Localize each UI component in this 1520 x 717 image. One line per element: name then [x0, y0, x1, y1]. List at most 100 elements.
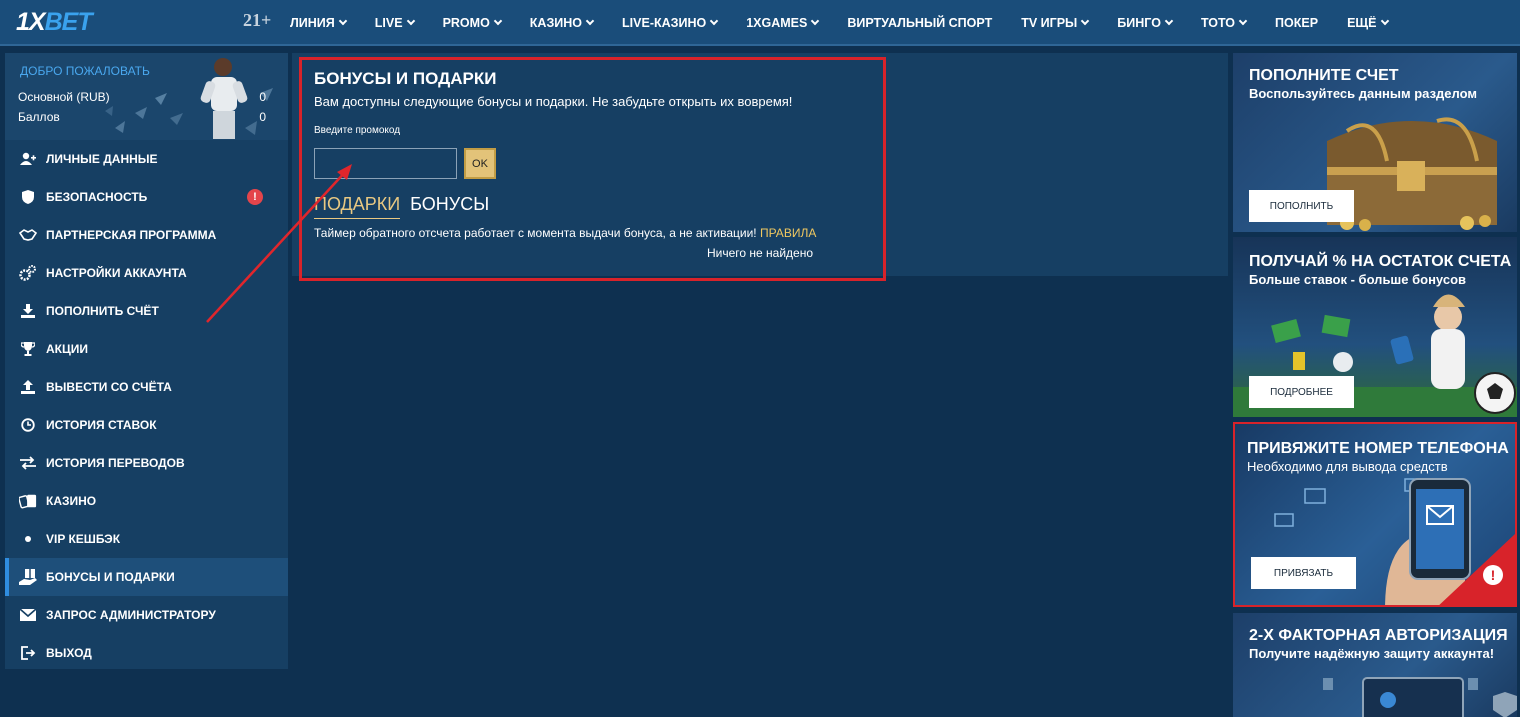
nav-item-11[interactable]: ЕЩЁ — [1347, 16, 1389, 30]
account-balance-label: Основной (RUB) — [18, 90, 110, 104]
sidebar-item-1[interactable]: БЕЗОПАСНОСТЬ! — [5, 178, 288, 216]
sidebar-item-13[interactable]: ВЫХОД — [5, 634, 288, 672]
age-restriction-badge: 21+ — [243, 10, 272, 30]
welcome-decor-triangles — [105, 88, 273, 135]
nav-item-7[interactable]: TV ИГРЫ — [1021, 16, 1090, 30]
sidebar-item-6[interactable]: ВЫВЕСТИ СО СЧЁТА — [5, 368, 288, 406]
security-warning-icon: ! — [247, 189, 263, 205]
sidebar-item-label: ИСТОРИЯ СТАВОК — [46, 418, 157, 432]
promo-interest-subtitle: Больше ставок - больше бонусов — [1249, 272, 1467, 287]
timer-text: Таймер обратного отсчета работает с моме… — [314, 226, 757, 240]
sidebar-item-4[interactable]: ПОПОЛНИТЬ СЧЁТ — [5, 292, 288, 330]
promo-phone: ! ПРИВЯЖИТЕ НОМЕР ТЕЛЕФОНА Необходимо дл… — [1233, 422, 1517, 607]
player-image — [200, 58, 248, 139]
alert-icon: ! — [1483, 565, 1503, 585]
nav-item-label: PROMO — [442, 16, 490, 30]
promo-interest: ПОЛУЧАЙ % НА ОСТАТОК СЧЕТА Больше ставок… — [1233, 237, 1517, 417]
tab-bonuses[interactable]: БОНУСЫ — [410, 194, 489, 219]
sidebar-item-label: ЗАПРОС АДМИНИСТРАТОРУ — [46, 608, 216, 622]
top-navigation-bar: 1XBET 21+ ЛИНИЯ LIVE PROMO КАЗИНО LIVE-КАЗИН… — [0, 0, 1520, 46]
empty-state-text: Ничего не найдено — [707, 246, 814, 260]
sidebar-item-label: БЕЗОПАСНОСТЬ — [46, 190, 148, 204]
transfer-arrows-icon — [19, 454, 37, 472]
logo-x: 1X — [16, 8, 46, 36]
rules-link[interactable]: ПРАВИЛА — [760, 226, 816, 240]
trophy-icon — [19, 340, 37, 358]
nav-item-6[interactable]: ВИРТУАЛЬНЫЙ СПОРТ — [847, 16, 992, 30]
sidebar-item-7[interactable]: ИСТОРИЯ СТАВОК — [5, 406, 288, 444]
chevron-down-icon — [1380, 16, 1389, 26]
sidebar-item-label: БОНУСЫ И ПОДАРКИ — [46, 570, 175, 584]
points-value: 0 — [259, 110, 266, 124]
promo-deposit-subtitle: Воспользуйтесь данным разделом — [1249, 86, 1477, 101]
chevron-down-icon — [338, 16, 348, 26]
sidebar-item-label: НАСТРОЙКИ АККАУНТА — [46, 266, 187, 280]
deposit-button[interactable]: ПОПОЛНИТЬ — [1249, 190, 1354, 222]
download-icon — [19, 302, 37, 320]
nav-item-label: БИНГО — [1117, 16, 1161, 30]
points-label: Баллов — [18, 110, 60, 124]
nav-item-10[interactable]: ПОКЕР — [1275, 16, 1318, 30]
sidebar-item-5[interactable]: АКЦИИ — [5, 330, 288, 368]
welcome-title: ДОБРО ПОЖАЛОВАТЬ — [20, 64, 150, 78]
sidebar-item-label: ПАРТНЕРСКАЯ ПРОГРАММА — [46, 228, 217, 242]
page-subtitle: Вам доступны следующие бонусы и подарки.… — [314, 94, 793, 109]
sidebar-item-0[interactable]: ЛИЧНЫЕ ДАННЫЕ — [5, 140, 288, 178]
tab-gifts[interactable]: ПОДАРКИ — [314, 194, 401, 219]
nav-item-label: ЛИНИЯ — [290, 16, 335, 30]
sidebar-item-10[interactable]: VIP КЕШБЭК — [5, 520, 288, 558]
nav-item-0[interactable]: ЛИНИЯ — [290, 16, 348, 30]
sidebar-item-label: ВЫВЕСТИ СО СЧЁТА — [46, 380, 172, 394]
nav-item-8[interactable]: БИНГО — [1117, 16, 1174, 30]
site-logo[interactable]: 1XBET — [16, 8, 93, 37]
sidebar-item-11[interactable]: БОНУСЫ И ПОДАРКИ — [5, 558, 288, 596]
sidebar-item-label: ЛИЧНЫЕ ДАННЫЕ — [46, 152, 158, 166]
promo-2fa-subtitle: Получите надёжную защиту аккаунта! — [1249, 646, 1495, 661]
nav-item-3[interactable]: КАЗИНО — [529, 16, 595, 30]
gift-hand-icon — [19, 568, 37, 586]
sidebar-item-label: АКЦИИ — [46, 342, 89, 356]
chevron-down-icon — [493, 16, 503, 26]
nav-item-4[interactable]: LIVE-КАЗИНО — [622, 16, 719, 30]
gears-icon — [19, 264, 37, 282]
chevron-down-icon — [811, 16, 820, 26]
promo-deposit-title: ПОПОЛНИТЕ СЧЕТ — [1249, 67, 1399, 84]
envelope-icon — [19, 606, 37, 624]
account-sidebar: ДОБРО ПОЖАЛОВАТЬ Основной (RUB) 0 Баллов… — [5, 53, 288, 669]
nav-item-label: 1XGAMES — [746, 16, 808, 30]
chevron-down-icon — [1081, 16, 1090, 26]
nav-item-label: КАЗИНО — [529, 16, 583, 30]
nav-item-label: ВИРТУАЛЬНЫЙ СПОРТ — [847, 16, 993, 30]
sidebar-item-8[interactable]: ИСТОРИЯ ПЕРЕВОДОВ — [5, 444, 288, 482]
chevron-down-icon — [1164, 16, 1174, 26]
sidebar-item-3[interactable]: НАСТРОЙКИ АККАУНТА — [5, 254, 288, 292]
timer-notice: Таймер обратного отсчета работает с моме… — [314, 226, 816, 240]
nav-item-9[interactable]: ТОТО — [1200, 16, 1248, 30]
bonuses-section: БОНУСЫ И ПОДАРКИ Вам доступны следующие … — [299, 57, 886, 281]
more-details-button[interactable]: ПОДРОБНЕЕ — [1249, 376, 1354, 408]
sidebar-item-2[interactable]: ПАРТНЕРСКАЯ ПРОГРАММА — [5, 216, 288, 254]
main-menu: ЛИНИЯ LIVE PROMO КАЗИНО LIVE-КАЗИНО 1XGAMES ВИ… — [290, 0, 1417, 46]
sidebar-item-9[interactable]: КАЗИНО — [5, 482, 288, 520]
nav-item-label: ПОКЕР — [1275, 16, 1319, 30]
promo-2fa-title: 2-Х ФАКТОРНАЯ АВТОРИЗАЦИЯ — [1249, 627, 1508, 644]
sidebar-item-label: КАЗИНО — [46, 494, 97, 508]
page-title: БОНУСЫ И ПОДАРКИ — [314, 69, 497, 88]
nav-item-label: ТОТО — [1200, 16, 1236, 30]
nav-item-1[interactable]: LIVE — [374, 16, 415, 30]
sidebar-item-12[interactable]: ЗАПРОС АДМИНИСТРАТОРУ — [5, 596, 288, 634]
upload-icon — [19, 378, 37, 396]
promo-code-input[interactable] — [314, 148, 457, 179]
link-phone-button[interactable]: ПРИВЯЗАТЬ — [1251, 557, 1356, 589]
promo-phone-title: ПРИВЯЖИТЕ НОМЕР ТЕЛЕФОНА — [1247, 440, 1509, 457]
nav-item-label: LIVE — [374, 16, 403, 30]
sidebar-item-label: ИСТОРИЯ ПЕРЕВОДОВ — [46, 456, 185, 470]
shield-icon — [19, 188, 37, 206]
nav-item-5[interactable]: 1XGAMES — [746, 16, 820, 30]
promo-ok-button[interactable]: OK — [464, 148, 496, 179]
welcome-panel: ДОБРО ПОЖАЛОВАТЬ Основной (RUB) 0 Баллов… — [5, 53, 288, 140]
nav-item-label: LIVE-КАЗИНО — [622, 16, 707, 30]
sidebar-item-label: ВЫХОД — [46, 646, 92, 660]
chevron-down-icon — [709, 16, 719, 26]
nav-item-2[interactable]: PROMO — [442, 16, 503, 30]
